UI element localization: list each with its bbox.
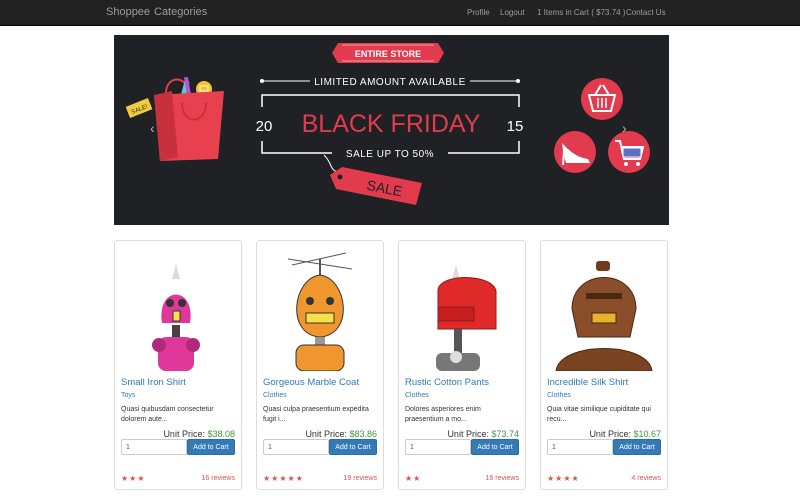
- review-count: 19 reviews: [343, 475, 377, 482]
- quantity-input[interactable]: [547, 439, 613, 455]
- product-card: Rustic Cotton Pants Clothes Dolores aspe…: [398, 240, 526, 490]
- review-count: 16 reviews: [485, 475, 519, 482]
- unit-price: Unit Price: $10.67: [589, 429, 661, 439]
- product-category-link[interactable]: Clothes: [263, 392, 287, 399]
- product-image[interactable]: [119, 245, 237, 371]
- basket-icon: [581, 78, 623, 120]
- add-to-cart-button[interactable]: Add to Cart: [329, 439, 377, 455]
- unit-price-label: Unit Price:: [589, 429, 631, 439]
- product-card: Small Iron Shirt Toys Quasi quibusdam co…: [114, 240, 242, 490]
- product-category-link[interactable]: Clothes: [405, 392, 429, 399]
- product-image[interactable]: [403, 245, 521, 371]
- unit-price: Unit Price: $73.74: [447, 429, 519, 439]
- product-category-link[interactable]: Clothes: [547, 392, 571, 399]
- product-image[interactable]: [545, 245, 663, 372]
- product-category-link[interactable]: Toys: [121, 392, 135, 399]
- add-to-cart-button[interactable]: Add to Cart: [187, 439, 235, 455]
- product-description: Quasi quibusdam consectetur dolorem aute…: [121, 406, 214, 423]
- product-card: Gorgeous Marble Coat Clothes Quasi culpa…: [256, 240, 384, 490]
- review-count: 4 reviews: [631, 475, 661, 482]
- unit-price-label: Unit Price:: [163, 429, 205, 439]
- product-title-link[interactable]: Incredible Silk Shirt: [547, 377, 628, 388]
- rating-stars-icon: ★★: [405, 474, 422, 483]
- quantity-input[interactable]: [405, 439, 471, 455]
- unit-price-value: $73.74: [491, 429, 519, 439]
- unit-price-value: $10.67: [633, 429, 661, 439]
- review-count: 16 reviews: [201, 475, 235, 482]
- unit-price-label: Unit Price:: [305, 429, 347, 439]
- product-title-link[interactable]: Rustic Cotton Pants: [405, 377, 489, 388]
- product-image[interactable]: [261, 245, 379, 372]
- unit-price: Unit Price: $83.86: [305, 429, 377, 439]
- shopping-cart-icon: [608, 131, 650, 173]
- black-friday-banner: ENTIRE STORE LIMITED AMOUNT AVAILABLE 20…: [114, 35, 669, 225]
- top-navbar: Shoppee Categories Profile Logout 1 Item…: [0, 0, 800, 26]
- add-to-cart-button[interactable]: Add to Cart: [613, 439, 661, 455]
- brand-link[interactable]: Shoppee: [106, 6, 150, 18]
- product-title-link[interactable]: Small Iron Shirt: [121, 377, 186, 388]
- quantity-input[interactable]: [121, 439, 187, 455]
- categories-link[interactable]: Categories: [154, 6, 207, 18]
- black-friday-headline: BLACK FRIDAY: [302, 110, 481, 138]
- unit-price-value: $83.86: [349, 429, 377, 439]
- product-description: Quasi culpa praesentium expedita fugit i…: [263, 406, 369, 423]
- rating-stars-icon: ★★★★★: [263, 474, 304, 483]
- product-card: Incredible Silk Shirt Clothes Quia vitae…: [540, 240, 668, 490]
- entire-store-ribbon: ENTIRE STORE: [332, 43, 444, 63]
- high-heel-icon: [554, 131, 596, 173]
- unit-price-value: $38.08: [207, 429, 235, 439]
- contact-link[interactable]: Contact Us: [626, 8, 666, 17]
- logout-link[interactable]: Logout: [500, 8, 524, 17]
- unit-price-label: Unit Price:: [447, 429, 489, 439]
- rating-stars-icon: ★★★: [121, 474, 146, 483]
- add-to-cart-button[interactable]: Add to Cart: [471, 439, 519, 455]
- sale-up-to-text: SALE UP TO 50%: [346, 149, 434, 160]
- unit-price: Unit Price: $38.08: [163, 429, 235, 439]
- carousel-prev-icon[interactable]: ‹: [150, 120, 155, 136]
- cart-link[interactable]: 1 Items in Cart ( $73.74 ): [537, 8, 625, 17]
- limited-text: LIMITED AMOUNT AVAILABLE: [314, 77, 466, 88]
- quantity-input[interactable]: [263, 439, 329, 455]
- product-title-link[interactable]: Gorgeous Marble Coat: [263, 377, 359, 388]
- product-description: Dolores asperiores enim praesentium a mo…: [405, 406, 481, 423]
- year-right-text: 15: [507, 118, 524, 135]
- product-description: Quia vitae similique cupiditate qui recu…: [547, 406, 651, 423]
- entire-store-text: ENTIRE STORE: [355, 49, 421, 59]
- rating-stars-icon: ★★★★: [547, 474, 580, 483]
- promo-carousel: ENTIRE STORE LIMITED AMOUNT AVAILABLE 20…: [114, 35, 669, 225]
- carousel-next-icon[interactable]: ›: [622, 120, 627, 136]
- profile-link[interactable]: Profile: [467, 8, 490, 17]
- year-left-text: 20: [256, 118, 273, 135]
